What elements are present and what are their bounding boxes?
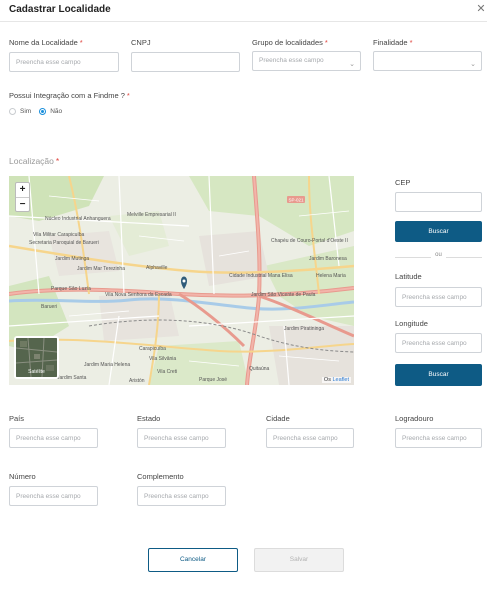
zoom-out-button[interactable]: − (16, 197, 29, 211)
map-place-label: Aristón (129, 378, 145, 384)
chevron-down-icon: ⌄ (349, 61, 355, 68)
finalidade-label: Finalidade * (373, 38, 413, 47)
finalidade-select[interactable]: ⌄ (373, 51, 482, 71)
map-place-label: Parque José (199, 377, 228, 383)
cep-input[interactable] (395, 192, 482, 212)
map-place-label: Melville Empresarial II (127, 212, 176, 218)
leaflet-link[interactable]: Leaflet (332, 377, 349, 383)
map-place-label: Chapéu de Couro-Portal d'Oeste II (271, 238, 348, 244)
pais-label: País (9, 414, 25, 423)
map-place-label: Secretaria Paroquial de Barueri (29, 240, 99, 246)
radio-nao[interactable] (39, 107, 47, 115)
nome-localidade-input[interactable] (9, 52, 119, 72)
radio-nao-label: Não (50, 107, 63, 115)
integracao-radio-group: Sim Não (9, 106, 62, 116)
estado-input[interactable] (137, 428, 226, 448)
logradouro-label: Logradouro (395, 414, 434, 423)
cidade-input[interactable] (266, 428, 354, 448)
attribution-os: Os (323, 377, 331, 383)
satellite-layer-toggle[interactable]: Satélite (14, 336, 59, 379)
logradouro-input[interactable] (395, 428, 482, 448)
map-place-label: Jardim São Vicente de Paula (251, 292, 316, 298)
nome-localidade-label: Nome da Localidade * (9, 38, 83, 47)
numero-input[interactable] (9, 486, 98, 506)
map-place-label: Jardim Maria Helena (84, 362, 131, 368)
zoom-control: + − (15, 182, 30, 212)
map-place-label: Alphaville (146, 265, 168, 271)
map-place-label: Vila Creti (157, 369, 178, 375)
integracao-label: Possui Integração com a Findme ? * (9, 91, 130, 100)
map[interactable]: SP-021 Melville Empresarial II Núcleo In… (9, 176, 354, 385)
map-place-label: Cidade Industrial Mana Elisa (229, 273, 293, 279)
map-place-label: Parque São Luzia (51, 286, 91, 292)
save-button[interactable]: Salvar (254, 548, 344, 572)
radio-sim-label: Sim (20, 107, 32, 115)
map-place-label: Jardim Mar Terezinha (77, 266, 125, 272)
cep-label: CEP (395, 178, 411, 187)
map-place-label: Vila Militar Carapicuíba (33, 232, 85, 238)
grupo-localidades-select[interactable]: Preencha esse campo ⌄ (252, 51, 361, 71)
latitude-label: Latitude (395, 272, 422, 281)
complemento-input[interactable] (137, 486, 226, 506)
ou-divider: ou (395, 252, 482, 262)
longitude-input[interactable] (395, 333, 482, 353)
longitude-label: Longitude (395, 319, 428, 328)
map-place-label: Quitaúna (249, 366, 270, 372)
map-place-label: Carapicuíba (139, 346, 166, 352)
svg-text:SP-021: SP-021 (288, 198, 304, 203)
zoom-in-button[interactable]: + (16, 183, 29, 197)
radio-sim[interactable] (9, 107, 16, 115)
latitude-input[interactable] (395, 287, 482, 307)
estado-label: Estado (137, 414, 161, 423)
close-icon[interactable]: ✕ (474, 2, 487, 16)
numero-label: Número (9, 472, 36, 481)
cancel-button[interactable]: Cancelar (148, 548, 238, 572)
map-place-label: Jardim Piratininga (284, 326, 325, 332)
buscar-coordenadas-button[interactable]: Buscar (395, 364, 482, 386)
modal-title: Cadastrar Localidade (9, 4, 111, 15)
complemento-label: Complemento (137, 472, 184, 481)
buscar-cep-button[interactable]: Buscar (395, 221, 482, 242)
cnpj-input[interactable] (131, 52, 240, 72)
modal-header: Cadastrar Localidade ✕ (0, 0, 487, 22)
cidade-label: Cidade (266, 414, 290, 423)
map-place-label: Jardim Mutinga (55, 256, 90, 262)
map-tiles: SP-021 (9, 176, 354, 385)
map-place-label: Vila Nova Senhora da Escada (105, 292, 172, 298)
chevron-down-icon: ⌄ (470, 61, 476, 68)
grupo-placeholder: Preencha esse campo (259, 57, 324, 64)
map-attribution[interactable]: Os Leaflet (321, 377, 351, 383)
pais-input[interactable] (9, 428, 98, 448)
map-place-label: Barueri (41, 304, 58, 310)
map-place-label: Jardim Baronesa (309, 256, 347, 262)
map-place-label: Jardim Santa (57, 375, 87, 381)
localizacao-section-title: Localização * (9, 156, 60, 166)
map-place-label: Helena Maria (316, 273, 346, 279)
map-place-label: Núcleo Industrial Anhanguera (45, 216, 111, 222)
satellite-label: Satélite (28, 369, 45, 375)
grupo-localidades-label: Grupo de localidades * (252, 38, 328, 47)
cnpj-label: CNPJ (131, 38, 151, 47)
map-place-label: Vila Silvânia (149, 356, 177, 362)
